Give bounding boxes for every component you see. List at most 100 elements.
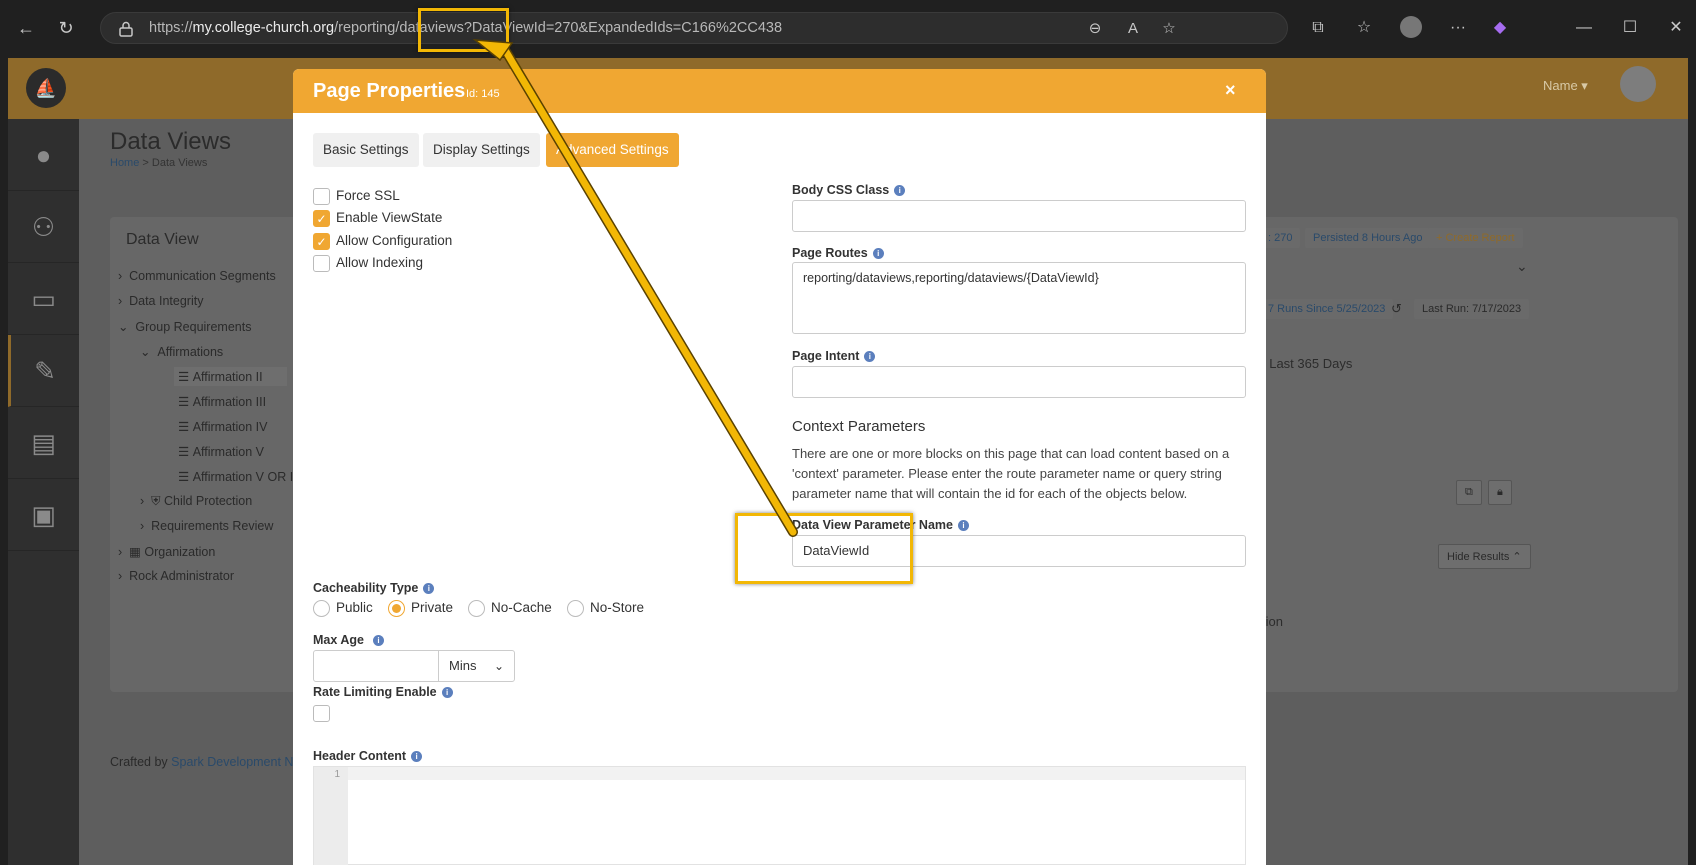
max-age-label: Max Age i [313,633,384,647]
address-bar[interactable]: https://my.college-church.org/reporting/… [100,12,1288,44]
max-age-unit-select[interactable]: Mins ⌄ [438,650,515,682]
copilot-icon[interactable]: ◆ [1488,16,1512,40]
extensions-icon[interactable]: ⧉ [1306,16,1330,40]
collapse-chevron-icon[interactable]: ⌄ [1516,258,1528,275]
rock-logo-icon[interactable]: ⛵ [26,68,66,108]
chevron-down-icon: ⌄ [493,659,504,673]
page-title: Data Views [110,128,231,155]
parameter-highlight-box [735,513,913,584]
url-highlight-box [418,8,509,52]
info-icon[interactable]: i [372,635,384,646]
wrench-icon[interactable]: ✎ [8,335,79,407]
tree-item-affirmation-v-or-iv[interactable]: ☰ Affirmation V OR IV [178,469,302,484]
favorites-icon[interactable]: ☆ [1352,16,1376,40]
page-intent-input[interactable] [792,366,1246,398]
radio-no-cache[interactable] [468,600,485,617]
user-menu[interactable]: Name ▾ [1543,78,1588,94]
tree-item-communication-segments[interactable]: › Communication Segments [118,269,276,283]
profile-avatar-icon[interactable] [1400,16,1422,38]
tab-basic-settings[interactable]: Basic Settings [313,133,419,167]
enable-viewstate-label: Enable ViewState [336,210,443,225]
header-content-editor[interactable]: 1 [313,766,1246,865]
allow-indexing-checkbox[interactable] [313,255,330,272]
tree-item-affirmation-iv[interactable]: ☰ Affirmation IV [178,419,268,434]
last-run-chip: Last Run: 7/17/2023 [1414,299,1530,319]
runs-chip: 7 Runs Since 5/25/2023 [1260,299,1394,319]
tree-item-affirmation-iii[interactable]: ☰ Affirmation III [178,394,266,409]
max-age-input[interactable] [313,650,439,682]
finance-icon[interactable]: ▭ [8,263,79,335]
read-aloud-icon[interactable]: A [1123,19,1143,39]
minimize-icon[interactable]: — [1572,16,1596,40]
timeframe-text: : Last 365 Days [1262,356,1353,371]
tree-item-affirmation-ii[interactable]: ☰ Affirmation II [174,367,287,386]
avatar[interactable] [1620,66,1656,102]
info-icon[interactable]: i [411,751,423,762]
app-sidebar: ● ⚇ ▭ ✎ ▤ ▣ [8,119,79,865]
body-css-label: Body CSS Class i [792,183,906,197]
id-chip: : 270 [1260,228,1301,248]
breadcrumb: Home > Data Views [110,157,208,169]
tree-item-requirements-review[interactable]: › Requirements Review [140,519,273,533]
person-icon[interactable]: ● [8,119,79,191]
force-ssl-checkbox[interactable] [313,188,330,205]
groups-icon[interactable]: ⚇ [8,191,79,263]
active-line [348,767,1245,780]
briefcase-icon[interactable]: ▣ [8,479,79,551]
page-properties-modal: Page Properties Id: 145 × Basic Settings… [293,69,1266,865]
persisted-chip: Persisted 8 Hours Ago [1305,228,1431,248]
info-icon[interactable]: i [957,520,969,531]
allow-indexing-label: Allow Indexing [336,255,424,270]
lock-icon [119,21,133,37]
info-icon[interactable]: i [423,583,435,594]
tree-item-organization[interactable]: › ▦ Organization [118,544,215,559]
info-icon[interactable]: i [864,351,876,362]
radio-no-store[interactable] [567,600,584,617]
favorite-star-icon[interactable]: ☆ [1159,19,1179,39]
radio-private[interactable] [388,600,405,617]
close-icon[interactable]: × [1225,80,1236,101]
close-window-icon[interactable]: ✕ [1664,16,1688,40]
tab-advanced-settings[interactable]: Advanced Settings [546,133,679,167]
tree-item-affirmations[interactable]: ⌄ Affirmations [140,344,223,359]
book-icon[interactable]: ▤ [8,407,79,479]
refresh-icon[interactable]: ↻ [52,14,80,42]
line-number-gutter: 1 [314,767,348,865]
tree-item-affirmation-v[interactable]: ☰ Affirmation V [178,444,264,459]
info-icon[interactable]: i [872,248,884,259]
context-parameters-description: There are one or more blocks on this pag… [792,446,1230,501]
create-report-link[interactable]: + Create Report [1428,228,1523,248]
back-icon[interactable]: ← [12,14,40,42]
modal-title: Page Properties [313,80,466,102]
info-icon[interactable]: i [894,185,906,196]
tab-display-settings[interactable]: Display Settings [423,133,540,167]
tree-item-child-protection[interactable]: › ⛨ Child Protection [140,494,252,509]
context-parameters-title: Context Parameters [792,418,926,435]
rate-limiting-checkbox[interactable] [313,705,330,722]
tree-item-rock-administrator[interactable]: › Rock Administrator [118,569,234,583]
reset-icon[interactable]: ↺ [1391,301,1402,317]
maximize-icon[interactable]: ☐ [1618,16,1642,40]
page-routes-textarea[interactable]: reporting/dataviews,reporting/dataviews/… [792,262,1246,334]
body-css-input[interactable] [792,200,1246,232]
tree-item-data-integrity[interactable]: › Data Integrity [118,294,203,308]
page-routes-label: Page Routes i [792,246,884,260]
modal-id: Id: 145 [466,88,500,100]
panel-title: Data View [126,231,199,248]
tree-item-group-requirements[interactable]: ⌄ Group Requirements [118,319,251,334]
more-icon[interactable]: ··· [1446,16,1470,40]
zoom-out-icon[interactable]: ⊖ [1085,19,1105,39]
rate-limiting-label: Rate Limiting Enable i [313,685,453,699]
browser-toolbar: ← ↻ https://my.college-church.org/report… [0,0,1696,56]
hide-results-button[interactable]: Hide Results ⌃ [1438,544,1531,569]
radio-public[interactable] [313,600,330,617]
allow-configuration-checkbox[interactable]: ✓ [313,233,330,250]
copy-button[interactable]: ⧉ [1456,480,1482,505]
allow-configuration-label: Allow Configuration [336,233,453,248]
cacheability-label: Cacheability Type i [313,581,435,595]
info-icon[interactable]: i [441,687,453,698]
page-intent-label: Page Intent i [792,349,876,363]
breadcrumb-home[interactable]: Home [110,157,139,169]
security-button[interactable]: 🔒︎ [1488,480,1512,505]
enable-viewstate-checkbox[interactable]: ✓ [313,210,330,227]
